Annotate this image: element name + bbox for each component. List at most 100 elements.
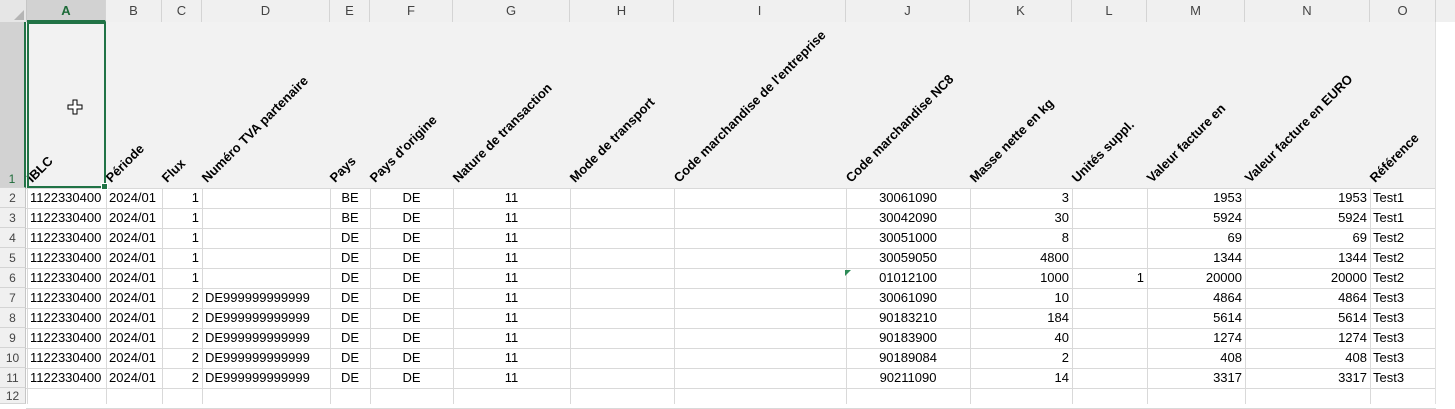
- cell-n2[interactable]: 1953: [1245, 188, 1370, 208]
- cell-m3[interactable]: 5924: [1147, 208, 1245, 228]
- cell-m4[interactable]: 69: [1147, 228, 1245, 248]
- cell-a9[interactable]: 1122330400: [27, 328, 106, 348]
- cell-f7[interactable]: DE: [370, 288, 453, 308]
- cell-n6[interactable]: 20000: [1245, 268, 1370, 288]
- cell-b7[interactable]: 2024/01: [106, 288, 162, 308]
- cell-f2[interactable]: DE: [370, 188, 453, 208]
- cell-c4[interactable]: 1: [162, 228, 202, 248]
- cell-b3[interactable]: 2024/01: [106, 208, 162, 228]
- cell-n9[interactable]: 1274: [1245, 328, 1370, 348]
- cell-g8[interactable]: 11: [453, 308, 570, 328]
- cell-e3[interactable]: BE: [330, 208, 370, 228]
- cell-b11[interactable]: 2024/01: [106, 368, 162, 388]
- column-header-n[interactable]: N: [1245, 0, 1370, 22]
- cell-d8[interactable]: DE999999999999: [202, 308, 330, 328]
- cell-g5[interactable]: 11: [453, 248, 570, 268]
- cell-g11[interactable]: 11: [453, 368, 570, 388]
- cell-e7[interactable]: DE: [330, 288, 370, 308]
- cell-j7[interactable]: 30061090: [846, 288, 970, 308]
- cell-a6[interactable]: 1122330400: [27, 268, 106, 288]
- cell-n4[interactable]: 69: [1245, 228, 1370, 248]
- cell-c3[interactable]: 1: [162, 208, 202, 228]
- cell-b4[interactable]: 2024/01: [106, 228, 162, 248]
- cell-e9[interactable]: DE: [330, 328, 370, 348]
- cell-a11[interactable]: 1122330400: [27, 368, 106, 388]
- cell-b8[interactable]: 2024/01: [106, 308, 162, 328]
- column-header-f[interactable]: F: [370, 0, 453, 22]
- cell-j10[interactable]: 90189084: [846, 348, 970, 368]
- cell-j11[interactable]: 90211090: [846, 368, 970, 388]
- cell-o8[interactable]: Test3: [1370, 308, 1436, 328]
- cell-g2[interactable]: 11: [453, 188, 570, 208]
- cell-m8[interactable]: 5614: [1147, 308, 1245, 328]
- row-header-4[interactable]: 4: [0, 228, 26, 248]
- row-header-12[interactable]: 12: [0, 388, 26, 404]
- cell-b10[interactable]: 2024/01: [106, 348, 162, 368]
- cell-b9[interactable]: 2024/01: [106, 328, 162, 348]
- cell-g3[interactable]: 11: [453, 208, 570, 228]
- cell-f5[interactable]: DE: [370, 248, 453, 268]
- column-header-e[interactable]: E: [330, 0, 370, 22]
- cell-o5[interactable]: Test2: [1370, 248, 1436, 268]
- cell-k8[interactable]: 184: [970, 308, 1072, 328]
- cell-n11[interactable]: 3317: [1245, 368, 1370, 388]
- cell-a3[interactable]: 1122330400: [27, 208, 106, 228]
- cell-e10[interactable]: DE: [330, 348, 370, 368]
- cell-a5[interactable]: 1122330400: [27, 248, 106, 268]
- cell-k4[interactable]: 8: [970, 228, 1072, 248]
- row-header-5[interactable]: 5: [0, 248, 26, 268]
- column-header-c[interactable]: C: [162, 0, 202, 22]
- cell-f11[interactable]: DE: [370, 368, 453, 388]
- cell-a2[interactable]: 1122330400: [27, 188, 106, 208]
- column-header-g[interactable]: G: [453, 0, 570, 22]
- cell-j6[interactable]: 01012100: [846, 268, 970, 288]
- column-header-m[interactable]: M: [1147, 0, 1245, 22]
- cell-a4[interactable]: 1122330400: [27, 228, 106, 248]
- row-header-7[interactable]: 7: [0, 288, 26, 308]
- cell-j4[interactable]: 30051000: [846, 228, 970, 248]
- column-header-a[interactable]: A: [27, 0, 106, 22]
- cell-e11[interactable]: DE: [330, 368, 370, 388]
- cell-g10[interactable]: 11: [453, 348, 570, 368]
- cell-j3[interactable]: 30042090: [846, 208, 970, 228]
- column-header-d[interactable]: D: [202, 0, 330, 22]
- cell-c6[interactable]: 1: [162, 268, 202, 288]
- cell-c11[interactable]: 2: [162, 368, 202, 388]
- cell-o6[interactable]: Test2: [1370, 268, 1436, 288]
- row-header-8[interactable]: 8: [0, 308, 26, 328]
- cell-d10[interactable]: DE999999999999: [202, 348, 330, 368]
- cell-j5[interactable]: 30059050: [846, 248, 970, 268]
- cell-k9[interactable]: 40: [970, 328, 1072, 348]
- cell-e5[interactable]: DE: [330, 248, 370, 268]
- cell-c8[interactable]: 2: [162, 308, 202, 328]
- cell-j9[interactable]: 90183900: [846, 328, 970, 348]
- cell-n7[interactable]: 4864: [1245, 288, 1370, 308]
- cell-o7[interactable]: Test3: [1370, 288, 1436, 308]
- row-header-6[interactable]: 6: [0, 268, 26, 288]
- cell-d9[interactable]: DE999999999999: [202, 328, 330, 348]
- cell-j2[interactable]: 30061090: [846, 188, 970, 208]
- cell-j8[interactable]: 90183210: [846, 308, 970, 328]
- cell-n8[interactable]: 5614: [1245, 308, 1370, 328]
- cell-c2[interactable]: 1: [162, 188, 202, 208]
- cell-g7[interactable]: 11: [453, 288, 570, 308]
- cell-o9[interactable]: Test3: [1370, 328, 1436, 348]
- select-all-corner[interactable]: [0, 0, 27, 22]
- cell-o2[interactable]: Test1: [1370, 188, 1436, 208]
- cell-k3[interactable]: 30: [970, 208, 1072, 228]
- cell-c7[interactable]: 2: [162, 288, 202, 308]
- cell-n3[interactable]: 5924: [1245, 208, 1370, 228]
- cell-d7[interactable]: DE999999999999: [202, 288, 330, 308]
- cell-c9[interactable]: 2: [162, 328, 202, 348]
- cell-k2[interactable]: 3: [970, 188, 1072, 208]
- cell-o11[interactable]: Test3: [1370, 368, 1436, 388]
- column-header-l[interactable]: L: [1072, 0, 1147, 22]
- cell-b6[interactable]: 2024/01: [106, 268, 162, 288]
- row-header-9[interactable]: 9: [0, 328, 26, 348]
- cell-g6[interactable]: 11: [453, 268, 570, 288]
- cell-f10[interactable]: DE: [370, 348, 453, 368]
- cell-o10[interactable]: Test3: [1370, 348, 1436, 368]
- cell-g9[interactable]: 11: [453, 328, 570, 348]
- cell-n10[interactable]: 408: [1245, 348, 1370, 368]
- cell-m6[interactable]: 20000: [1147, 268, 1245, 288]
